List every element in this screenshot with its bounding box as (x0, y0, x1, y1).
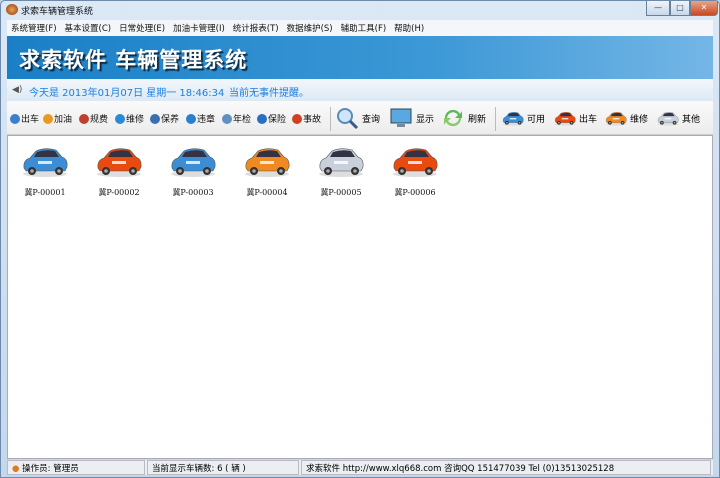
menu-bar: 系统管理(F) 基本设置(C) 日常处理(E) 加油卡管理(I) 统计报表(T) 数据维护… (7, 20, 713, 36)
insurance-icon (257, 113, 267, 124)
vehicle-grid: 冀P-00001 冀P-00002 冀P-00003 冀P-00004 冀P-00005… (7, 135, 713, 459)
vehicle-plate: 冀P-00003 (172, 188, 214, 197)
fuel-icon (43, 113, 53, 124)
vehicle-plate: 冀P-00006 (394, 188, 436, 197)
vehicle-plate: 冀P-00004 (246, 188, 288, 197)
filter-button[interactable]: 其他 (656, 110, 700, 126)
separator (330, 107, 331, 131)
menu-item[interactable]: 统计报表(T) (229, 20, 283, 36)
monitor-icon (390, 108, 412, 127)
vehicle-item[interactable]: 冀P-00002 (89, 144, 149, 198)
toolbar-button-accident[interactable]: 事故 (292, 112, 321, 125)
info-bar: ◀) 今天是 2013年01月07日 星期一 18:46:34 当前无事件提醒。 (7, 79, 713, 101)
filter-button[interactable]: 出车 (553, 110, 597, 126)
car-icon (501, 110, 525, 126)
toolbar-label: 显示 (416, 114, 435, 125)
menu-item[interactable]: 基本设置(C) (61, 20, 116, 36)
speaker-icon: ◀) (12, 85, 23, 95)
toolbar-button-repair[interactable]: 维修 (115, 112, 144, 125)
menu-item[interactable]: 辅助工具(F) (337, 20, 391, 36)
toolbar-button-fuel[interactable]: 加油 (43, 112, 72, 125)
filter-label: 出车 (579, 114, 598, 125)
filter-button[interactable]: 维修 (604, 110, 648, 126)
toolbar: 出车 加油 规费 维修 保养 违章 年检 保险 事故 查询 显示 刷新 可用 出车 维修 其他 (7, 101, 713, 135)
car-icon (242, 148, 292, 181)
car-icon (316, 148, 366, 181)
accident-icon (292, 113, 302, 124)
toolbar-button-inspection[interactable]: 年检 (222, 112, 251, 125)
operator-icon: ● (12, 464, 20, 474)
app-window: 求索车辆管理系统 — □ ✕ 系统管理(F) 基本设置(C) 日常处理(E) 加油卡管… (0, 0, 720, 478)
toolbar-button-insurance[interactable]: 保险 (257, 112, 286, 125)
vehicle-item[interactable]: 冀P-00001 (15, 144, 75, 198)
toolbar-label: 维修 (126, 115, 145, 125)
menu-item[interactable]: 系统管理(F) (7, 20, 61, 36)
app-logo-icon (6, 4, 18, 15)
car-icon (390, 148, 440, 181)
car-icon (168, 148, 218, 181)
date-text: 今天是 2013年01月07日 星期一 18:46:34 (29, 88, 225, 99)
car-icon (656, 110, 680, 126)
violation-icon (186, 113, 196, 124)
vehicle-item[interactable]: 冀P-00003 (163, 144, 223, 198)
vehicle-item[interactable]: 冀P-00005 (311, 144, 371, 198)
count-status: 当前显示车辆数: 6 ( 辆 ) (147, 460, 299, 475)
filter-label: 其他 (682, 114, 701, 125)
toolbar-label: 刷新 (468, 114, 487, 125)
minimize-button[interactable]: — (646, 1, 670, 16)
banner-title: 求索软件 车辆管理系统 (19, 48, 248, 72)
menu-item[interactable]: 加油卡管理(I) (169, 20, 229, 36)
banner: 求索软件 车辆管理系统 (7, 36, 713, 79)
repair-icon (115, 113, 125, 124)
toolbar-button-car-out[interactable]: 出车 (10, 112, 39, 125)
car-icon (94, 148, 144, 181)
title-bar: 求索车辆管理系统 — □ ✕ (1, 1, 719, 19)
close-button[interactable]: ✕ (690, 1, 718, 16)
vehicle-plate: 冀P-00005 (320, 188, 362, 197)
toolbar-label: 规费 (90, 115, 109, 125)
event-text: 当前无事件提醒。 (229, 88, 309, 99)
toolbar-label: 加油 (54, 115, 73, 125)
vehicle-plate: 冀P-00002 (98, 188, 140, 197)
search-button[interactable]: 查询 (335, 106, 380, 130)
toolbar-button-fee[interactable]: 规费 (79, 112, 108, 125)
search-icon (337, 108, 359, 130)
company-status: 求索软件 http://www.xlq668.com 咨询QQ 15147703… (301, 460, 711, 475)
vehicle-plate: 冀P-00001 (24, 188, 66, 197)
menu-item[interactable]: 日常处理(E) (115, 20, 169, 36)
filter-button[interactable]: 可用 (501, 110, 545, 126)
toolbar-button-violation[interactable]: 违章 (186, 112, 215, 125)
toolbar-button-maintenance[interactable]: 保养 (150, 112, 179, 125)
car-icon (20, 148, 70, 181)
refresh-button[interactable]: 刷新 (441, 106, 486, 130)
monitor-button[interactable]: 显示 (389, 106, 434, 130)
filter-label: 维修 (630, 114, 649, 125)
car-out-icon (10, 113, 20, 124)
car-icon (604, 110, 628, 126)
inspection-icon (222, 113, 232, 124)
operator-text: 操作员: 管理员 (22, 464, 79, 474)
maintenance-icon (150, 113, 160, 124)
toolbar-label: 事故 (303, 115, 322, 125)
filter-label: 可用 (527, 114, 546, 125)
separator (495, 107, 496, 131)
window-title: 求索车辆管理系统 (21, 7, 94, 17)
menu-item[interactable]: 帮助(H) (390, 20, 428, 36)
toolbar-label: 查询 (362, 114, 381, 125)
vehicle-item[interactable]: 冀P-00006 (385, 144, 445, 198)
toolbar-label: 保险 (268, 115, 287, 125)
refresh-icon (444, 109, 462, 127)
car-icon (553, 110, 577, 126)
toolbar-label: 保养 (161, 115, 180, 125)
toolbar-label: 出车 (21, 115, 40, 125)
status-bar: ● 操作员: 管理员 当前显示车辆数: 6 ( 辆 ) 求索软件 http://… (7, 460, 713, 475)
operator-status: ● 操作员: 管理员 (7, 460, 145, 475)
menu-item[interactable]: 数据维护(S) (283, 20, 337, 36)
fee-icon (79, 113, 89, 124)
vehicle-item[interactable]: 冀P-00004 (237, 144, 297, 198)
toolbar-label: 违章 (197, 115, 216, 125)
maximize-button[interactable]: □ (670, 1, 690, 16)
toolbar-label: 年检 (233, 115, 252, 125)
